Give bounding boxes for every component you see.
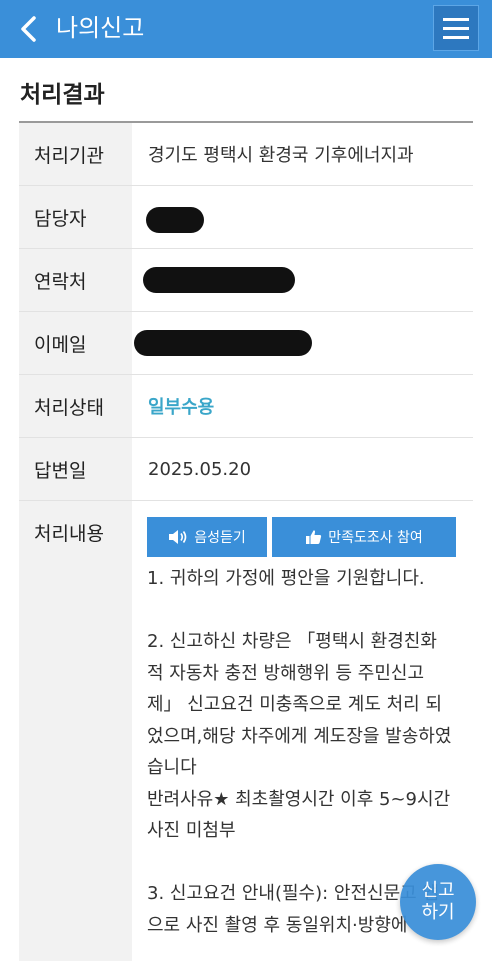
hamburger-line	[443, 35, 469, 39]
row-label: 이메일	[19, 312, 132, 374]
menu-button[interactable]	[433, 5, 479, 51]
thumbs-up-icon	[306, 530, 322, 544]
reply-date-value: 2025.05.20	[148, 458, 252, 480]
hamburger-line	[443, 26, 469, 30]
contact-value	[132, 249, 473, 311]
row-contact: 연락처	[19, 249, 473, 312]
row-manager: 담당자	[19, 186, 473, 249]
row-label: 답변일	[19, 438, 132, 500]
listen-label: 음성듣기	[194, 530, 246, 546]
back-button[interactable]	[12, 12, 46, 46]
report-fab-button[interactable]: 신고 하기	[400, 864, 476, 940]
redaction-mark	[146, 207, 204, 233]
action-buttons: 음성듣기 만족도조사 참여	[147, 517, 456, 557]
chevron-left-icon	[21, 16, 36, 42]
fab-label-line2: 하기	[421, 902, 455, 923]
row-reply-date: 답변일 2025.05.20	[19, 438, 473, 501]
redaction-mark	[134, 330, 312, 356]
row-label: 담당자	[19, 186, 132, 248]
result-table: 처리기관 경기도 평택시 환경국 기후에너지과 담당자 연락처 이메일 처리상태…	[19, 121, 473, 961]
manager-value	[132, 186, 473, 248]
page-title: 나의신고	[56, 14, 145, 42]
status-value: 일부수용	[148, 397, 215, 418]
status-cell: 일부수용	[132, 375, 473, 437]
row-label: 연락처	[19, 249, 132, 311]
email-value	[132, 312, 473, 374]
speaker-icon	[169, 530, 187, 544]
row-email: 이메일	[19, 312, 473, 375]
row-label: 처리기관	[19, 123, 132, 185]
row-label: 처리상태	[19, 375, 132, 437]
section-title: 처리결과	[20, 82, 105, 108]
agency-value: 경기도 평택시 환경국 기후에너지과	[148, 145, 414, 166]
app-header: 나의신고	[0, 0, 492, 58]
row-status: 처리상태 일부수용	[19, 375, 473, 438]
fab-label-line1: 신고	[421, 880, 455, 901]
hamburger-menu-icon	[443, 17, 469, 21]
survey-label: 만족도조사 참여	[328, 530, 423, 546]
row-agency: 처리기관 경기도 평택시 환경국 기후에너지과	[19, 123, 473, 186]
redaction-mark	[143, 267, 295, 293]
row-label: 처리내용	[19, 501, 132, 961]
listen-button[interactable]: 음성듣기	[147, 517, 267, 557]
survey-button[interactable]: 만족도조사 참여	[272, 517, 456, 557]
